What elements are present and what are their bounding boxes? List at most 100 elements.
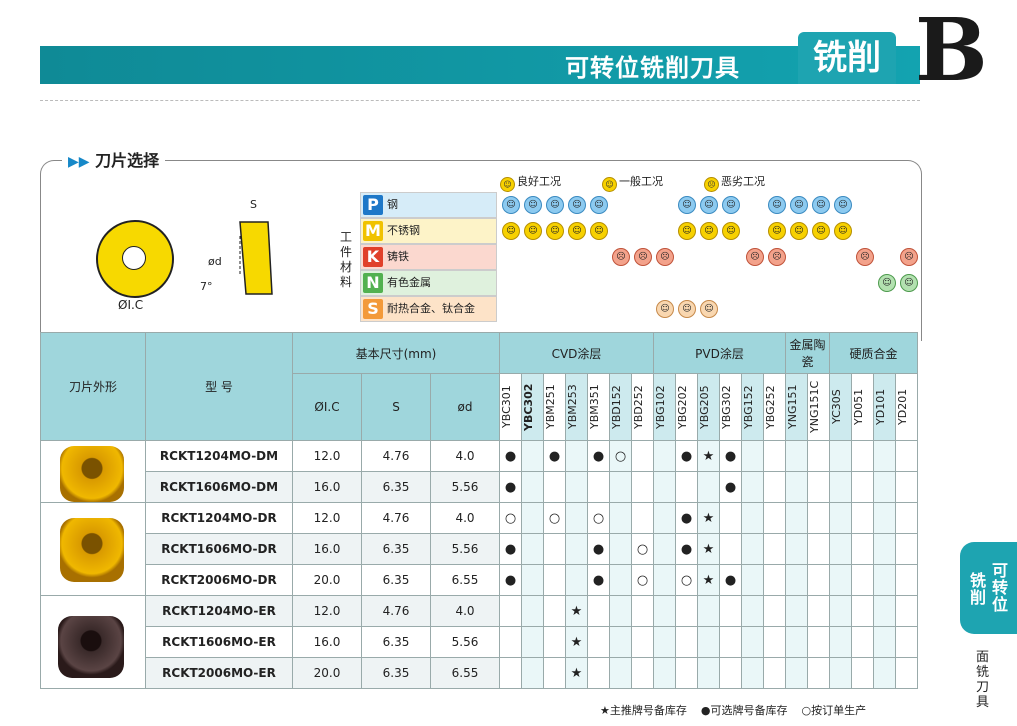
grade-label: YD101 [874, 388, 887, 426]
grade-cell [543, 626, 566, 658]
availability-mark: ● [504, 479, 517, 495]
col-dims-header: 基本尺寸(mm) [292, 332, 500, 374]
grade-cell [741, 502, 764, 534]
col-s-header: S [361, 373, 431, 441]
condition-face-icon: ☺ [790, 222, 808, 240]
legend-good: ☺ 良好工况 [500, 173, 561, 192]
grade-header: YBG205 [697, 373, 720, 441]
grade-cell [895, 626, 918, 658]
availability-mark: ★ [702, 541, 715, 557]
availability-mark: ● [680, 541, 693, 557]
grade-cell [543, 595, 566, 627]
availability-mark: ● [504, 572, 517, 588]
grade-cell [587, 626, 610, 658]
grade-cell [763, 533, 786, 565]
grade-cell: ★ [565, 626, 588, 658]
s-cell: 6.35 [361, 657, 431, 689]
grade-cell [653, 626, 676, 658]
grade-cell [543, 471, 566, 503]
grade-cell [697, 471, 720, 503]
grade-header: YBD152 [609, 373, 632, 441]
grade-cell [653, 595, 676, 627]
grade-cell [851, 440, 874, 472]
grade-cell [609, 502, 632, 534]
material-row-n: N 有色金属 ☺ ☺ [360, 270, 920, 296]
model-cell: RCKT1606MO-DM [145, 471, 293, 503]
group-cvd-header: CVD涂层 [499, 332, 654, 374]
grade-cell [785, 626, 808, 658]
condition-face-icon: ☺ [678, 196, 696, 214]
ic-cell: 12.0 [292, 502, 362, 534]
material-letter: P [363, 195, 383, 215]
model-cell: RCKT1606MO-DR [145, 533, 293, 565]
model-cell: RCKT1204MO-ER [145, 595, 293, 627]
side-tab[interactable]: 铣削 可转位 [960, 542, 1017, 634]
grade-cell [609, 564, 632, 596]
grade-cell [521, 595, 544, 627]
grade-label: YD201 [896, 388, 909, 426]
condition-face-icon: ☺ [768, 222, 786, 240]
d-cell: 5.56 [430, 533, 500, 565]
grade-cell [851, 657, 874, 689]
d-cell: 4.0 [430, 440, 500, 472]
grade-cell [675, 471, 698, 503]
condition-face-icon: ☺ [524, 222, 542, 240]
grade-label: YBC302 [522, 383, 535, 431]
grade-label: YNG151C [808, 380, 821, 434]
grade-label: YBG205 [698, 385, 711, 429]
availability-mark: ● [592, 572, 605, 588]
grade-cell [653, 471, 676, 503]
table-row: RCKT2006MO-DR 20.0 6.35 6.55 ● ● ○ ○ ★ ● [41, 564, 918, 596]
grade-cell: ★ [565, 595, 588, 627]
condition-face-icon: ☺ [502, 196, 520, 214]
grade-header: YBM251 [543, 373, 566, 441]
availability-mark: ● [724, 572, 737, 588]
material-name: 不锈钢 [387, 224, 420, 237]
table-row: RCKT2006MO-ER 20.0 6.35 6.55 ★ [41, 657, 918, 689]
grade-cell [851, 626, 874, 658]
condition-face-icon: ☺ [790, 196, 808, 214]
side-subtitle: 面铣刀具 [976, 650, 990, 710]
grade-label: YBD152 [610, 385, 623, 429]
grade-cell: ● [675, 533, 698, 565]
availability-mark: ○ [592, 510, 605, 526]
availability-mark: ● [592, 541, 605, 557]
condition-face-icon: ☹ [746, 248, 764, 266]
grade-cell [785, 440, 808, 472]
grade-cell [719, 657, 742, 689]
grade-cell [521, 471, 544, 503]
grade-label: YBM251 [544, 384, 557, 430]
grade-cell [741, 564, 764, 596]
condition-face-icon: ☺ [900, 274, 918, 292]
group-pvd-header: PVD涂层 [653, 332, 786, 374]
grade-cell [807, 657, 830, 689]
grade-header: YBC301 [499, 373, 522, 441]
grade-cell [873, 595, 896, 627]
grade-cell [895, 564, 918, 596]
grade-cell [609, 657, 632, 689]
grade-cell [609, 471, 632, 503]
grade-cell [785, 533, 808, 565]
col-shape-header: 刀片外形 [40, 332, 146, 441]
availability-mark: ○ [636, 541, 649, 557]
grade-cell: ○ [631, 564, 654, 596]
grade-cell: ○ [609, 440, 632, 472]
table-row: RCKT1606MO-ER 16.0 6.35 5.56 ★ [41, 626, 918, 658]
grade-cell: ● [499, 533, 522, 565]
ic-cell: 20.0 [292, 564, 362, 596]
condition-face-icon: ☺ [568, 222, 586, 240]
grade-cell [785, 564, 808, 596]
condition-face-icon: ☹ [900, 248, 918, 266]
grade-cell [499, 626, 522, 658]
condition-face-icon: ☺ [834, 196, 852, 214]
grade-cell: ● [587, 533, 610, 565]
grade-cell [807, 564, 830, 596]
grade-cell [697, 657, 720, 689]
material-label: P钢 [360, 192, 497, 218]
col-d-header: ød [430, 373, 500, 441]
grade-cell [873, 471, 896, 503]
condition-face-icon: ☹ [856, 248, 874, 266]
s-cell: 4.76 [361, 595, 431, 627]
grade-label: YBG302 [720, 385, 733, 429]
section-title: ▶▶ 刀片选择 [62, 147, 166, 171]
